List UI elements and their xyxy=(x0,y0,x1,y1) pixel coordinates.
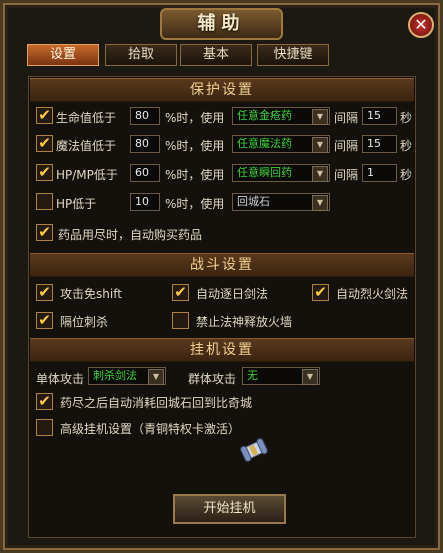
protect-label: 生命值低于 xyxy=(56,111,117,125)
threshold-suffix: %时，使用 xyxy=(165,197,225,211)
protect-checkbox[interactable]: ✔ xyxy=(36,107,53,124)
seconds-label: 秒 xyxy=(400,111,413,125)
seconds-label: 秒 xyxy=(400,139,413,153)
no-firewall-checkbox[interactable] xyxy=(172,312,189,329)
tab-hotkeys[interactable]: 快捷键 xyxy=(257,44,329,66)
no-shift-checkbox[interactable]: ✔ xyxy=(36,284,53,301)
protect-label: HP低于 xyxy=(56,197,97,211)
no-shift-label: 攻击免shift xyxy=(60,287,122,301)
advanced-hangup-checkbox[interactable] xyxy=(36,419,53,436)
gap-stab-checkbox[interactable]: ✔ xyxy=(36,312,53,329)
interval-input[interactable]: 15 xyxy=(362,107,397,125)
potion-select-value: 任意魔法药 xyxy=(237,137,292,150)
dropdown-arrow-icon: ▼ xyxy=(312,109,328,125)
potion-select[interactable]: 任意魔法药 ▼ xyxy=(232,135,330,153)
threshold-input[interactable]: 80 xyxy=(130,107,160,125)
dropdown-arrow-icon: ▼ xyxy=(148,369,164,385)
protect-checkbox[interactable] xyxy=(36,193,53,210)
advanced-hangup-label: 高级挂机设置（青铜特权卡激活） xyxy=(60,422,241,436)
scroll-icon[interactable] xyxy=(238,436,272,466)
auto-buy-checkbox[interactable]: ✔ xyxy=(36,224,53,241)
interval-label: 间隔 xyxy=(334,139,359,153)
potion-select[interactable]: 任意瞬回药 ▼ xyxy=(232,164,330,182)
close-icon[interactable]: ✕ xyxy=(408,12,434,38)
protect-label: HP/MP低于 xyxy=(56,168,118,182)
auto-fire-sword-label: 自动烈火剑法 xyxy=(336,287,409,301)
seconds-label: 秒 xyxy=(400,168,413,182)
protect-checkbox[interactable]: ✔ xyxy=(36,164,53,181)
protect-header: 保护设置 xyxy=(30,78,414,102)
threshold-input[interactable]: 10 xyxy=(130,193,160,211)
potion-select[interactable]: 任意金疮药 ▼ xyxy=(232,107,330,125)
threshold-input[interactable]: 80 xyxy=(130,135,160,153)
potion-select-value: 任意金疮药 xyxy=(237,109,292,122)
interval-label: 间隔 xyxy=(334,168,359,182)
interval-input[interactable]: 15 xyxy=(362,135,397,153)
interval-input[interactable]: 1 xyxy=(362,164,397,182)
protect-label: 魔法值低于 xyxy=(56,139,117,153)
potion-select-value: 回城石 xyxy=(237,195,270,208)
auto-buy-label: 药品用尽时，自动购买药品 xyxy=(58,228,203,242)
dropdown-arrow-icon: ▼ xyxy=(312,166,328,182)
auto-sun-sword-checkbox[interactable]: ✔ xyxy=(172,284,189,301)
gap-stab-label: 隔位刺杀 xyxy=(60,315,109,329)
return-city-checkbox[interactable]: ✔ xyxy=(36,393,53,410)
group-attack-select[interactable]: 无 ▼ xyxy=(242,367,320,385)
dropdown-arrow-icon: ▼ xyxy=(302,369,318,385)
single-attack-select[interactable]: 刺杀剑法 ▼ xyxy=(88,367,166,385)
interval-label: 间隔 xyxy=(334,111,359,125)
single-attack-label: 单体攻击 xyxy=(36,372,85,386)
dropdown-arrow-icon: ▼ xyxy=(312,137,328,153)
threshold-suffix: %时，使用 xyxy=(165,139,225,153)
tab-settings[interactable]: 设置 xyxy=(27,44,99,66)
threshold-suffix: %时，使用 xyxy=(165,111,225,125)
auto-fire-sword-checkbox[interactable]: ✔ xyxy=(312,284,329,301)
auto-sun-sword-label: 自动逐日剑法 xyxy=(196,287,269,301)
tab-pickup[interactable]: 拾取 xyxy=(105,44,177,66)
group-attack-label: 群体攻击 xyxy=(188,372,237,386)
return-city-label: 药尽之后自动消耗回城石回到比奇城 xyxy=(60,396,253,410)
threshold-input[interactable]: 60 xyxy=(130,164,160,182)
dropdown-arrow-icon: ▼ xyxy=(312,195,328,211)
start-hangup-button[interactable]: 开始挂机 xyxy=(173,494,286,524)
hangup-header: 挂机设置 xyxy=(30,338,414,362)
dialog-title: 辅助 xyxy=(160,8,283,40)
no-firewall-label: 禁止法神释放火墙 xyxy=(196,315,293,329)
threshold-suffix: %时，使用 xyxy=(165,168,225,182)
protect-checkbox[interactable]: ✔ xyxy=(36,135,53,152)
combat-header: 战斗设置 xyxy=(30,253,414,277)
potion-select[interactable]: 回城石 ▼ xyxy=(232,193,330,211)
potion-select-value: 任意瞬回药 xyxy=(237,166,292,179)
tab-basic[interactable]: 基本 xyxy=(180,44,252,66)
